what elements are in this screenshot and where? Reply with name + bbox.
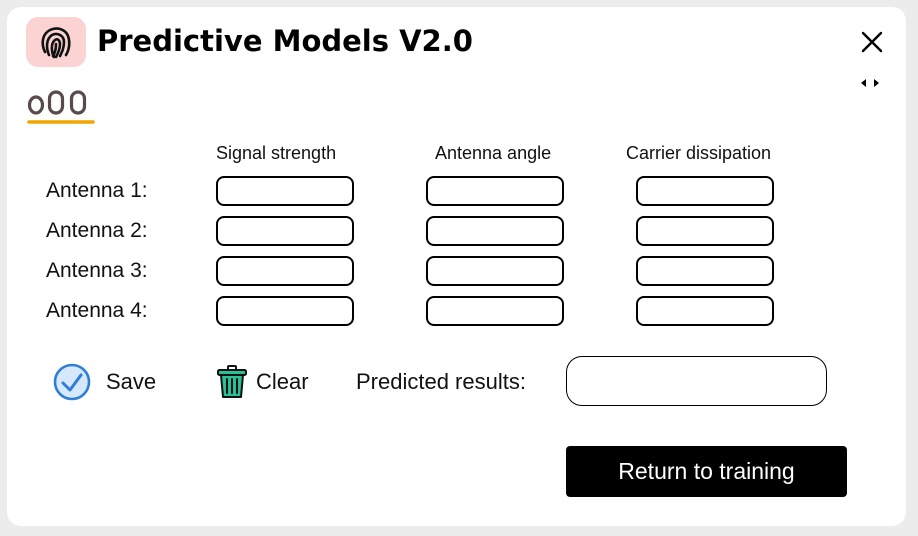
antenna-2-antenna-angle-input[interactable] [426,216,564,246]
close-icon [861,31,883,53]
row-label-antenna-3: Antenna 3: [46,259,148,282]
return-to-training-button[interactable]: Return to training [566,446,847,497]
resize-arrows-icon [861,79,879,87]
antenna-3-carrier-dissipation-input[interactable] [636,256,774,286]
save-button[interactable]: Save [52,362,156,402]
antenna-3-signal-strength-input[interactable] [216,256,354,286]
fingerprint-icon [41,27,71,59]
row-label-antenna-1: Antenna 1: [46,179,148,202]
row-label-antenna-4: Antenna 4: [46,299,148,322]
antenna-3-antenna-angle-input[interactable] [426,256,564,286]
save-label: Save [106,369,157,394]
antenna-1-carrier-dissipation-input[interactable] [636,176,774,206]
resize-button[interactable] [858,75,882,91]
column-header-antenna-angle: Antenna angle [435,143,552,163]
antenna-4-antenna-angle-input[interactable] [426,296,564,326]
antenna-2-signal-strength-input[interactable] [216,216,354,246]
antenna-2-carrier-dissipation-input[interactable] [636,216,774,246]
column-header-signal-strength: Signal strength [216,143,337,163]
clear-button[interactable]: Clear [215,364,309,400]
clear-label: Clear [256,369,309,394]
antenna-4-signal-strength-input[interactable] [216,296,354,326]
antenna-1-antenna-angle-input[interactable] [426,176,564,206]
close-button[interactable] [857,27,887,57]
predicted-results-field[interactable] [566,356,827,406]
row-label-antenna-2: Antenna 2: [46,219,148,242]
trash-icon [217,365,247,398]
app-window: Predictive Models V2.0 Signal strength A… [7,7,906,526]
brand-glyph-icon [27,90,95,124]
app-title: Predictive Models V2.0 [97,24,473,58]
fingerprint-logo [26,17,86,67]
antenna-4-carrier-dissipation-input[interactable] [636,296,774,326]
brand-mark [27,85,97,125]
antenna-1-signal-strength-input[interactable] [216,176,354,206]
check-circle-icon [53,363,91,401]
predicted-results-label: Predicted results: [356,369,526,394]
column-header-carrier-dissipation: Carrier dissipation [626,143,772,163]
